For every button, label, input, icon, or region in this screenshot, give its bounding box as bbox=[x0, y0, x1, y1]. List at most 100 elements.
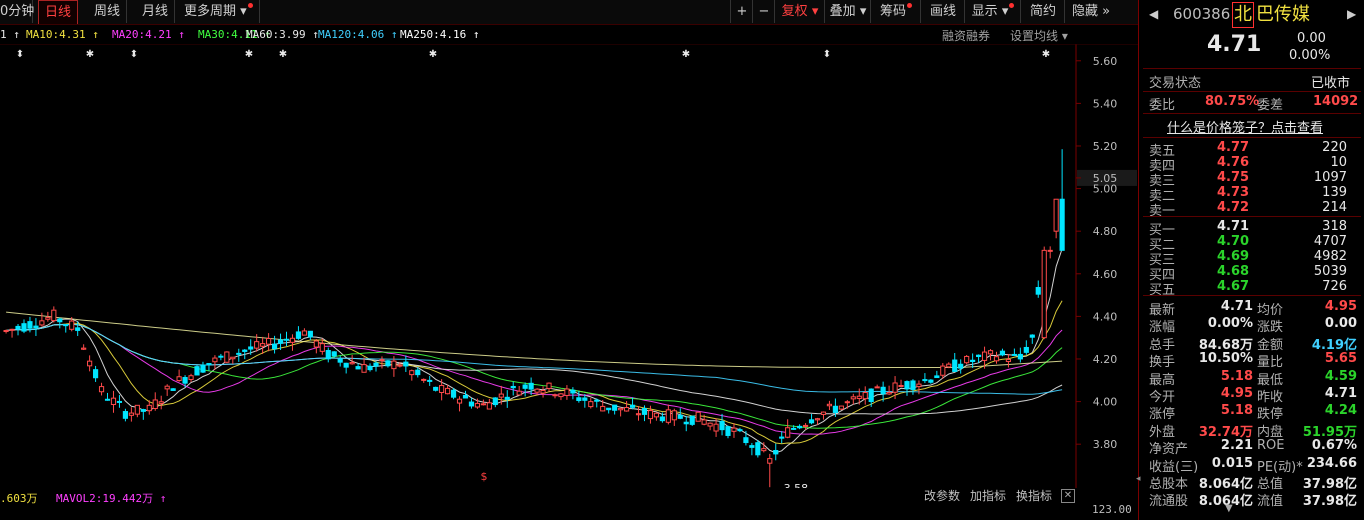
candle-body bbox=[623, 407, 630, 412]
candle-body bbox=[69, 320, 75, 330]
ask-row[interactable]: 卖一 4.72 214 bbox=[1139, 200, 1364, 219]
ask-row[interactable]: 卖二 4.73 139 bbox=[1139, 185, 1364, 204]
stat-value: 0.015 bbox=[1211, 455, 1253, 471]
prev-stock-icon[interactable]: ◀ bbox=[1149, 7, 1158, 21]
bid-volume: 5039 bbox=[1313, 264, 1347, 279]
zoom-in-button[interactable]: + bbox=[730, 0, 753, 23]
ma10-line bbox=[6, 300, 1063, 445]
zoom-out-label: − bbox=[758, 4, 770, 19]
tab-monthly[interactable]: 月线 bbox=[136, 0, 176, 23]
candle-body bbox=[856, 395, 862, 399]
stat-label: 均价 bbox=[1257, 303, 1284, 318]
ma-settings-option[interactable]: 设置均线 ▾ bbox=[1010, 27, 1068, 44]
candle-body bbox=[21, 323, 27, 332]
chips-button[interactable]: 筹码 bbox=[870, 0, 921, 23]
ask-row[interactable]: 卖四 4.76 10 bbox=[1139, 155, 1364, 174]
draw-line-button[interactable]: 画线 bbox=[920, 0, 965, 23]
candle-body bbox=[170, 388, 176, 391]
zoom-out-button[interactable]: − bbox=[752, 0, 775, 23]
order-diff-label: 委差 bbox=[1257, 98, 1284, 113]
stat-value: 4.19亿 bbox=[1311, 337, 1357, 353]
candle-body bbox=[564, 388, 570, 396]
next-stock-icon[interactable]: ▶ bbox=[1347, 7, 1356, 21]
candle-body bbox=[904, 381, 910, 390]
stat-row: 最高 5.18 最低 4.59 bbox=[1139, 369, 1364, 388]
event-marker-icon: ⬍ bbox=[823, 49, 831, 60]
quote-panel: ◀ 600386 北 巴传媒 ▶ 4.71 0.00 0.00% 交易状态 已收… bbox=[1138, 0, 1364, 520]
tab-minute[interactable]: 0分钟 bbox=[0, 0, 35, 23]
y-tick-label: 4.40 bbox=[1093, 310, 1118, 323]
bid-row[interactable]: 买一 4.71 318 bbox=[1139, 219, 1364, 238]
candle-body bbox=[182, 377, 188, 384]
tab-weekly[interactable]: 周线 bbox=[88, 0, 128, 23]
stat-label: 量比 bbox=[1257, 355, 1284, 371]
candle-body bbox=[635, 413, 642, 416]
zoom-in-label: + bbox=[736, 4, 748, 19]
tab-more-periods[interactable]: 更多周期 ▾ bbox=[178, 0, 260, 23]
stat-value: 37.98亿 bbox=[1302, 494, 1357, 510]
chevron-down-icon[interactable]: ▼ bbox=[1225, 503, 1233, 514]
candle-body bbox=[844, 401, 850, 404]
candle-body bbox=[343, 362, 349, 368]
stat-label: 最新 bbox=[1149, 303, 1176, 318]
stat-row: 外盘 32.74万 内盘 51.95万 bbox=[1139, 421, 1364, 440]
order-ratio-label: 委比 bbox=[1149, 98, 1176, 113]
stat-label: 总股本 bbox=[1149, 477, 1189, 492]
candlestick-chart[interactable]: ⬍✱⬍✱✱✱✱⬍✱$3.58 5.605.405.205.055.004.804… bbox=[0, 44, 1138, 488]
adjust-button[interactable]: 复权 ▾ bbox=[774, 0, 825, 23]
candle-body bbox=[976, 354, 982, 358]
candle-body bbox=[641, 408, 648, 415]
candle-body bbox=[194, 366, 200, 376]
price-cage-link[interactable]: 什么是价格笼子？点击查看 bbox=[1167, 117, 1323, 136]
swap-indicator-button[interactable]: 换指标 bbox=[1016, 487, 1052, 504]
close-icon[interactable]: ✕ bbox=[1061, 489, 1075, 503]
candle-body bbox=[474, 402, 481, 408]
ma-legend-item: MA20:4.21 ↑ bbox=[112, 28, 185, 41]
ask-row[interactable]: 卖三 4.75 1097 bbox=[1139, 170, 1364, 189]
stat-label: 流通股 bbox=[1149, 494, 1189, 510]
candle-body bbox=[271, 343, 278, 350]
add-indicator-button[interactable]: 加指标 bbox=[970, 487, 1006, 504]
candle-body bbox=[779, 436, 785, 439]
candle-body bbox=[385, 360, 391, 367]
bid-row[interactable]: 买二 4.70 4707 bbox=[1139, 234, 1364, 253]
overlay-button[interactable]: 叠加 ▾ bbox=[824, 0, 871, 23]
y-tick-label: 3.80 bbox=[1093, 438, 1118, 451]
event-markers: ⬍ ✱ ⬍ ✱ ✱ ✱ ✱ ⬍ ✱ $3.58 bbox=[16, 49, 1050, 488]
candle-body bbox=[546, 382, 552, 389]
candle-body bbox=[242, 349, 248, 352]
candle-body bbox=[230, 356, 236, 360]
candle-body bbox=[439, 385, 445, 393]
bid-row[interactable]: 买三 4.69 4982 bbox=[1139, 249, 1364, 268]
divider bbox=[1143, 91, 1361, 92]
candle-body bbox=[1041, 249, 1047, 339]
bid-row[interactable]: 买四 4.68 5039 bbox=[1139, 264, 1364, 283]
candle-body bbox=[254, 341, 260, 349]
event-marker-icon: ✱ bbox=[429, 49, 437, 60]
chevron-down-icon: ▾ bbox=[1001, 4, 1009, 19]
hide-button[interactable]: 隐藏 » bbox=[1064, 0, 1117, 23]
price-change-pct: 0.00% bbox=[1289, 48, 1331, 63]
candle-body bbox=[940, 365, 946, 376]
stat-label: 最低 bbox=[1257, 372, 1284, 388]
candle-body bbox=[594, 399, 600, 402]
candle-body bbox=[504, 396, 510, 400]
price-cage-link-row[interactable]: 什么是价格笼子？点击查看 bbox=[1139, 117, 1364, 136]
notification-dot-icon bbox=[1009, 3, 1015, 8]
tab-minute-label: 0分钟 bbox=[0, 4, 35, 19]
ask-row[interactable]: 卖五 4.77 220 bbox=[1139, 140, 1364, 159]
event-marker-icon: ✱ bbox=[1042, 49, 1050, 60]
edit-params-button[interactable]: 改参数 bbox=[924, 487, 960, 504]
margin-trading-option[interactable]: 融资融券 bbox=[942, 27, 990, 44]
moving-average-lines bbox=[6, 248, 1063, 454]
candle-body bbox=[379, 359, 385, 362]
chevron-down-icon: ▾ bbox=[240, 4, 247, 19]
display-button[interactable]: 显示 ▾ bbox=[964, 0, 1021, 23]
tab-daily[interactable]: 日线 bbox=[38, 0, 79, 24]
candle-body bbox=[1017, 353, 1023, 360]
bid-row[interactable]: 买五 4.67 726 bbox=[1139, 279, 1364, 298]
panel-collapse-icon[interactable]: ◂ bbox=[1136, 474, 1142, 494]
candle-body bbox=[486, 402, 492, 410]
simple-button[interactable]: 简约 bbox=[1020, 0, 1065, 23]
stat-label: PE(动)* bbox=[1257, 459, 1303, 475]
